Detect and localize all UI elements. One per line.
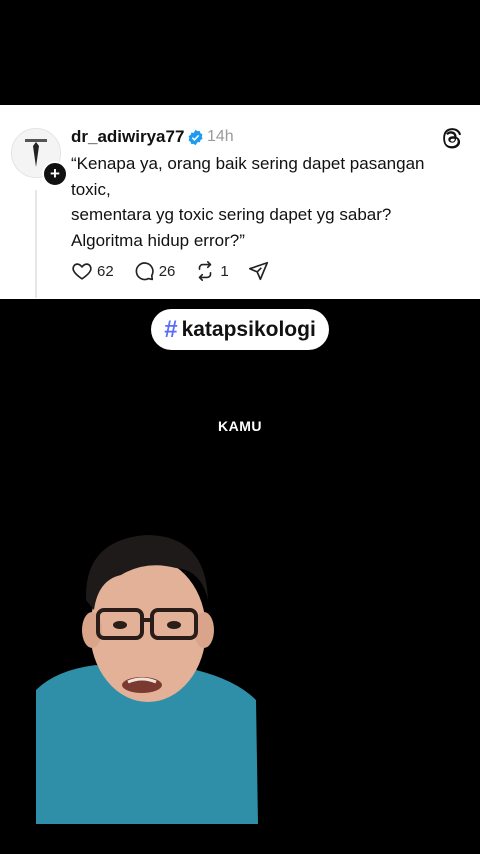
heart-icon — [72, 263, 92, 280]
post-time: 14h — [207, 128, 234, 145]
comment-count: 26 — [158, 262, 176, 280]
share-button[interactable] — [248, 260, 270, 282]
repost-icon — [199, 261, 212, 281]
post-text-line: Algoritma hidup error?” — [71, 230, 245, 250]
repost-count: 1 — [220, 262, 229, 280]
hashtag-pill[interactable]: # katapsikologi — [151, 309, 329, 350]
post-text-line: “Kenapa ya, orang baik sering dapet pasa… — [71, 154, 425, 173]
hashtag-label: katapsikologi — [181, 317, 316, 341]
post-text-line: toxic, — [71, 179, 111, 199]
hashtag-icon: # — [164, 315, 178, 343]
like-count: 62 — [97, 262, 114, 280]
comment-button[interactable]: 26 — [133, 260, 176, 282]
repost-button[interactable]: 1 — [194, 260, 229, 282]
post-text: “Kenapa ya, orang baik sering dapet pasa… — [71, 151, 466, 253]
verified-badge-icon — [188, 129, 203, 146]
share-icon — [248, 261, 268, 281]
post-actions: 62 26 1 — [71, 260, 289, 282]
video-caption: KAMU — [218, 418, 262, 434]
follow-plus-icon[interactable]: + — [42, 161, 68, 187]
like-button[interactable]: 62 — [71, 260, 114, 282]
threads-logo-icon[interactable] — [441, 127, 463, 149]
speaker-video — [36, 535, 258, 824]
comment-icon — [135, 262, 154, 281]
username[interactable]: dr_adiwirya77 — [71, 127, 184, 147]
post-text-line: sementara yg toxic sering dapet yg sabar… — [71, 205, 392, 224]
thread-line — [35, 190, 37, 298]
